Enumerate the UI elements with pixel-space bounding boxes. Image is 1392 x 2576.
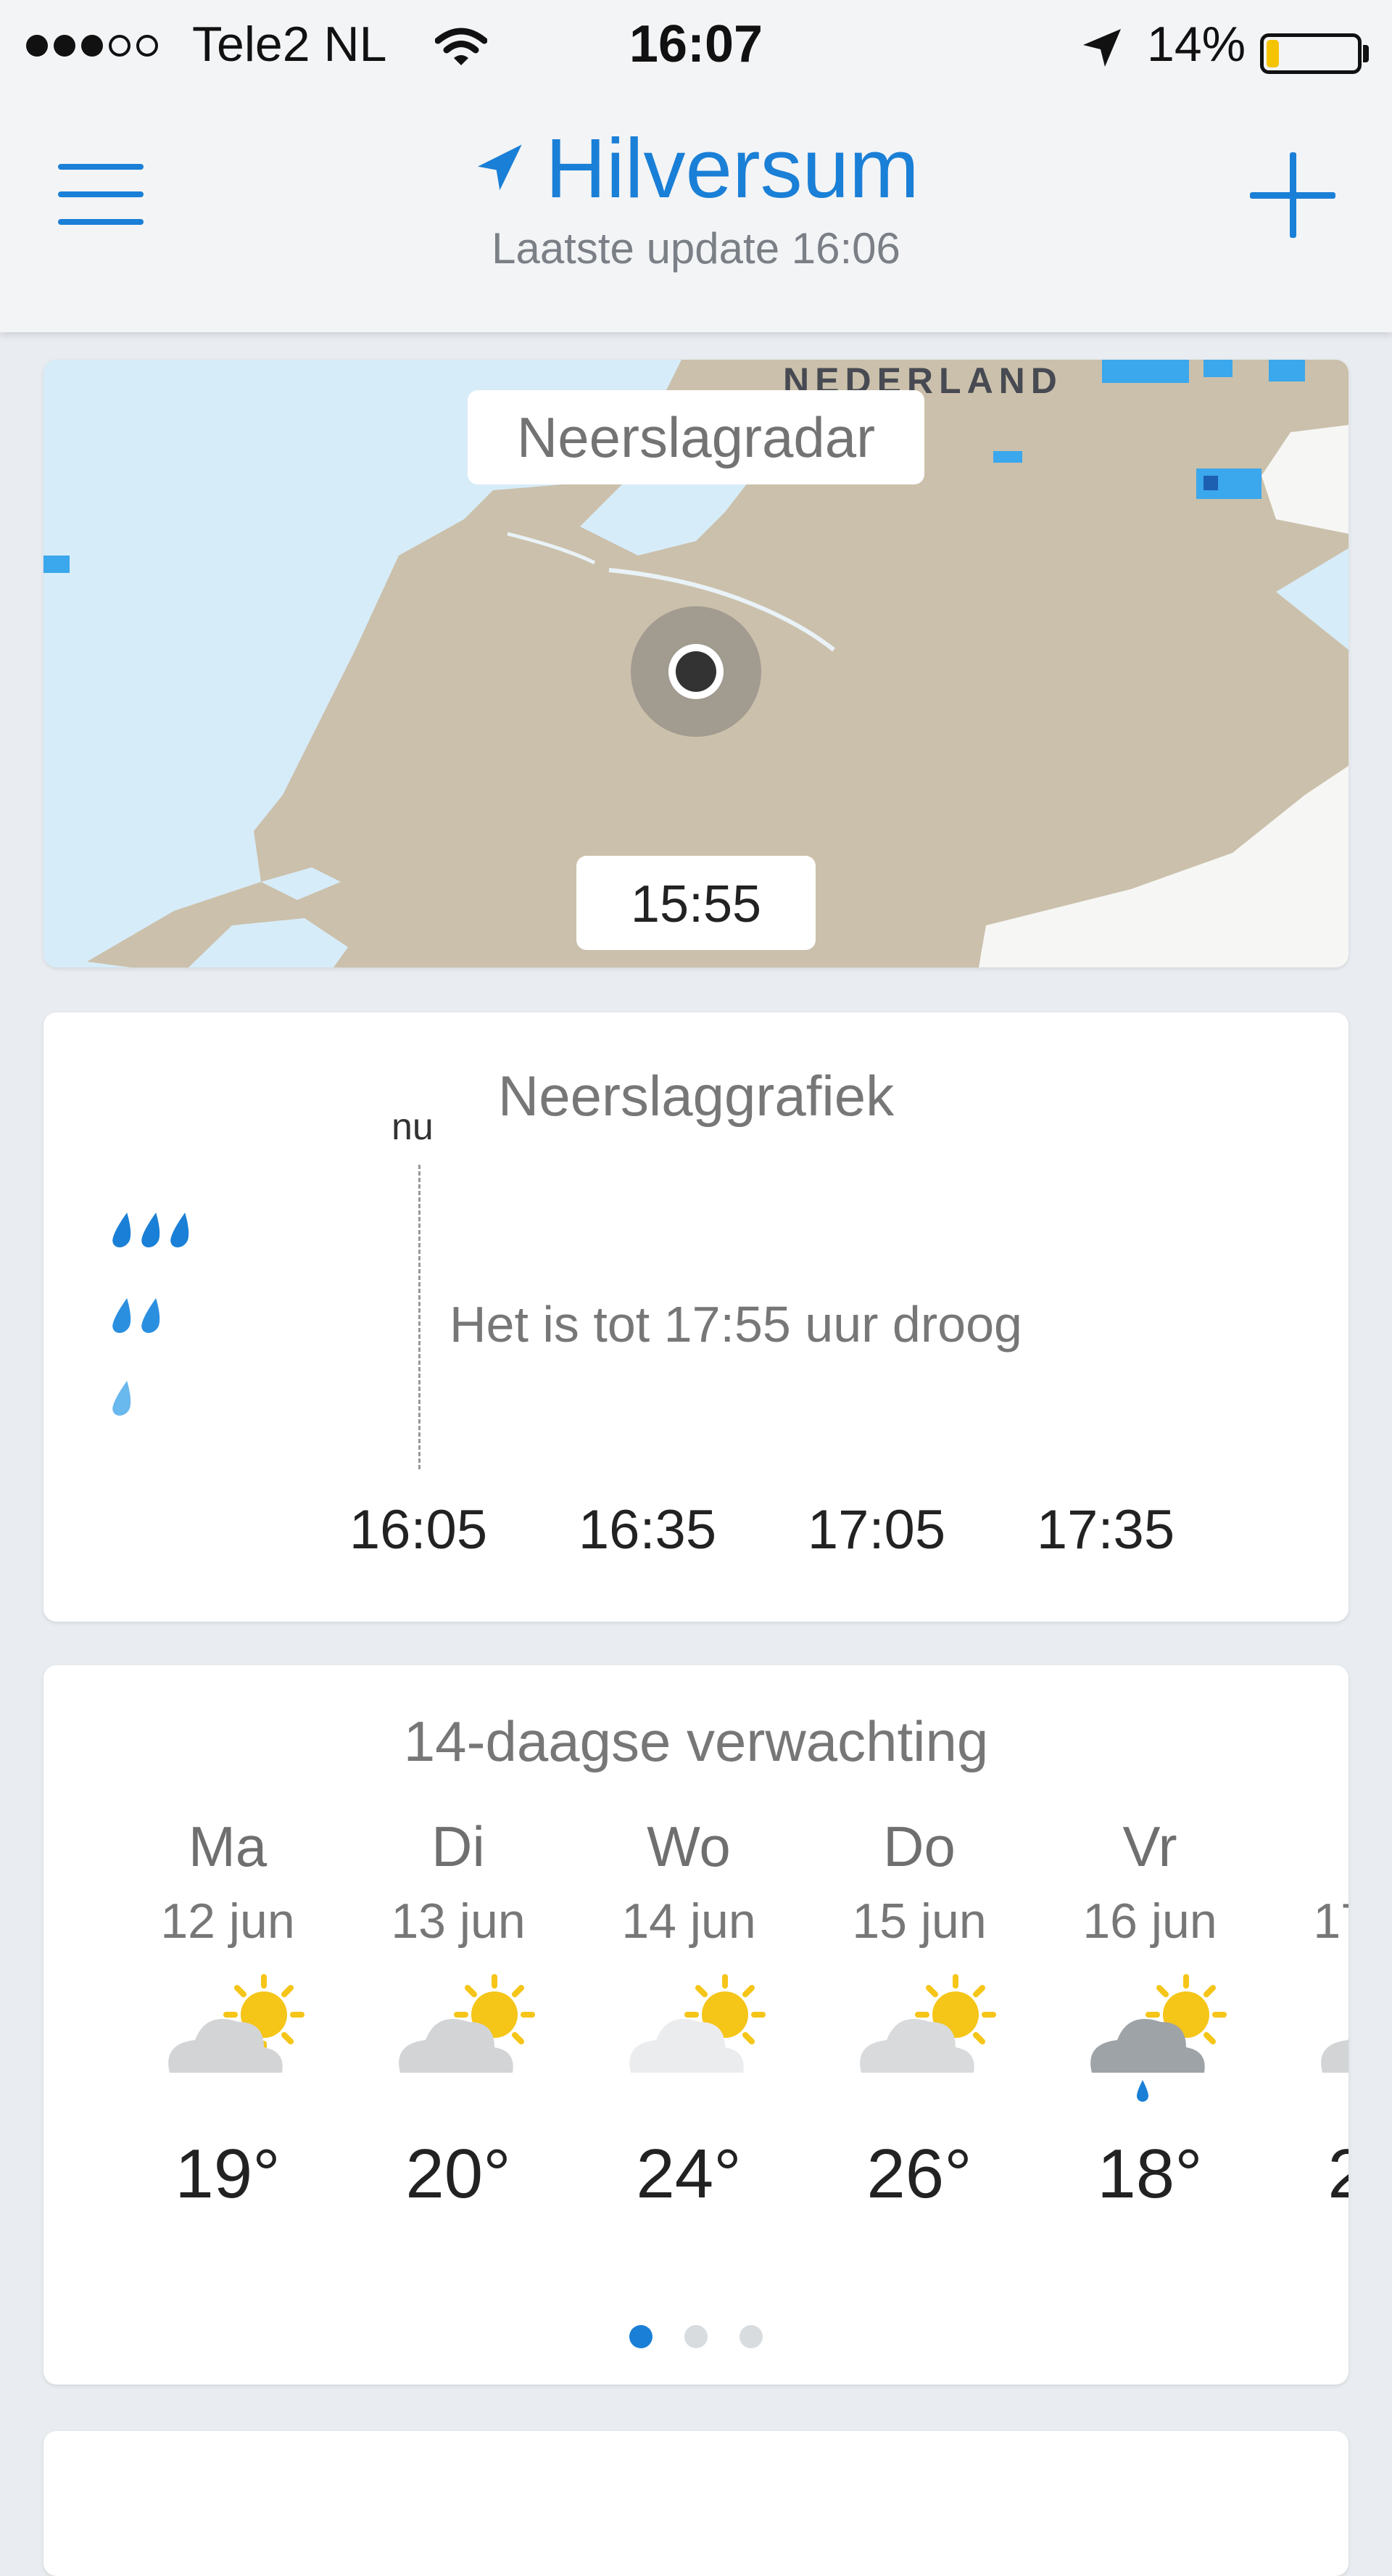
day-date: 15 jun — [852, 1894, 987, 1949]
page-dot[interactable] — [740, 2325, 763, 2348]
radar-title: Neerslagradar — [468, 390, 924, 484]
precipitation-graph-card[interactable]: Neerslaggrafiek nu Het is tot 17:55 uur … — [44, 1012, 1348, 1622]
partly-cloudy-icon — [349, 1971, 567, 2116]
location-title[interactable]: Hilversum — [0, 116, 1392, 217]
forecast-title: 14-daagse verwachting — [403, 1709, 989, 1773]
day-temperature: 24° — [636, 2135, 742, 2213]
forecast-day[interactable]: Za 17 jun 21° — [1272, 1810, 1348, 2218]
moderate-rain-icon — [112, 1298, 160, 1333]
partly-cloudy-icon — [119, 1971, 336, 2116]
day-name: Ma — [188, 1815, 268, 1878]
partly-cloudy-icon — [1272, 1971, 1348, 2116]
now-marker-line — [418, 1165, 420, 1469]
sun-cloud-rain-icon — [1041, 1971, 1259, 2116]
day-temperature: 18° — [1097, 2135, 1203, 2213]
mostly-sunny-icon — [580, 1971, 798, 2116]
day-temperature: 26° — [866, 2135, 972, 2213]
light-rain-icon — [112, 1381, 131, 1416]
page-dot[interactable] — [684, 2325, 708, 2348]
next-card — [44, 2431, 1348, 2576]
heavy-rain-icon — [112, 1213, 189, 1247]
now-marker-label: nu — [392, 1106, 434, 1148]
top-bar: Tele2 NL 16:07 14% Hilversum Laatste upd… — [0, 0, 1392, 332]
day-name: Do — [883, 1815, 956, 1878]
last-update-label: Laatste update 16:06 — [492, 224, 900, 273]
day-name: Za — [1272, 1810, 1348, 1883]
day-date: 13 jun — [391, 1894, 526, 1949]
day-date: 17 jun — [1313, 1894, 1348, 1949]
forecast-day[interactable]: Do 15 jun 26° — [811, 1810, 1028, 2218]
battery-icon — [1260, 33, 1362, 74]
day-date: 16 jun — [1082, 1894, 1217, 1949]
add-location-button[interactable] — [1250, 152, 1335, 238]
day-name: Wo — [647, 1815, 731, 1878]
page-dot[interactable] — [629, 2325, 652, 2348]
status-bar: Tele2 NL 16:07 14% — [0, 13, 1392, 78]
day-temperature: 20° — [405, 2135, 511, 2213]
location-services-icon — [1083, 29, 1121, 67]
time-tick: 16:05 — [349, 1499, 488, 1561]
time-tick: 16:35 — [578, 1499, 717, 1561]
precipitation-radar-card[interactable]: NEDERLAND Neerslagradar 15:55 — [44, 360, 1348, 967]
day-date: 14 jun — [621, 1894, 756, 1949]
partly-cloudy-icon — [811, 1971, 1028, 2116]
battery-level-fill — [1267, 40, 1279, 67]
day-date: 12 jun — [160, 1894, 295, 1949]
day-name: Di — [431, 1815, 485, 1878]
radar-timestamp: 15:55 — [576, 856, 816, 950]
precip-message: Het is tot 17:55 uur droog — [450, 1296, 1022, 1353]
forecast-day[interactable]: Vr 16 jun 18° — [1041, 1810, 1259, 2218]
forecast-day[interactable]: Di 13 jun 20° — [349, 1810, 567, 2218]
precip-chart-title: Neerslaggrafiek — [497, 1064, 895, 1128]
day-temperature: 19° — [175, 2135, 281, 2213]
forecast-day[interactable]: Ma 12 jun 19° — [119, 1810, 336, 2218]
forecast-day[interactable]: Wo 14 jun 24° — [580, 1810, 798, 2218]
day-temperature: 21° — [1327, 2135, 1348, 2213]
battery-percentage: 14% — [1147, 17, 1246, 72]
day-name: Vr — [1122, 1815, 1177, 1878]
time-tick: 17:35 — [1036, 1499, 1175, 1561]
forecast-page-indicator[interactable] — [44, 2325, 1348, 2348]
time-tick: 17:05 — [807, 1499, 946, 1561]
location-arrow-icon — [478, 144, 522, 191]
forecast-card[interactable]: 14-daagse verwachting Ma 12 jun 19° Di 1… — [44, 1665, 1348, 2385]
location-name: Hilversum — [545, 121, 919, 215]
